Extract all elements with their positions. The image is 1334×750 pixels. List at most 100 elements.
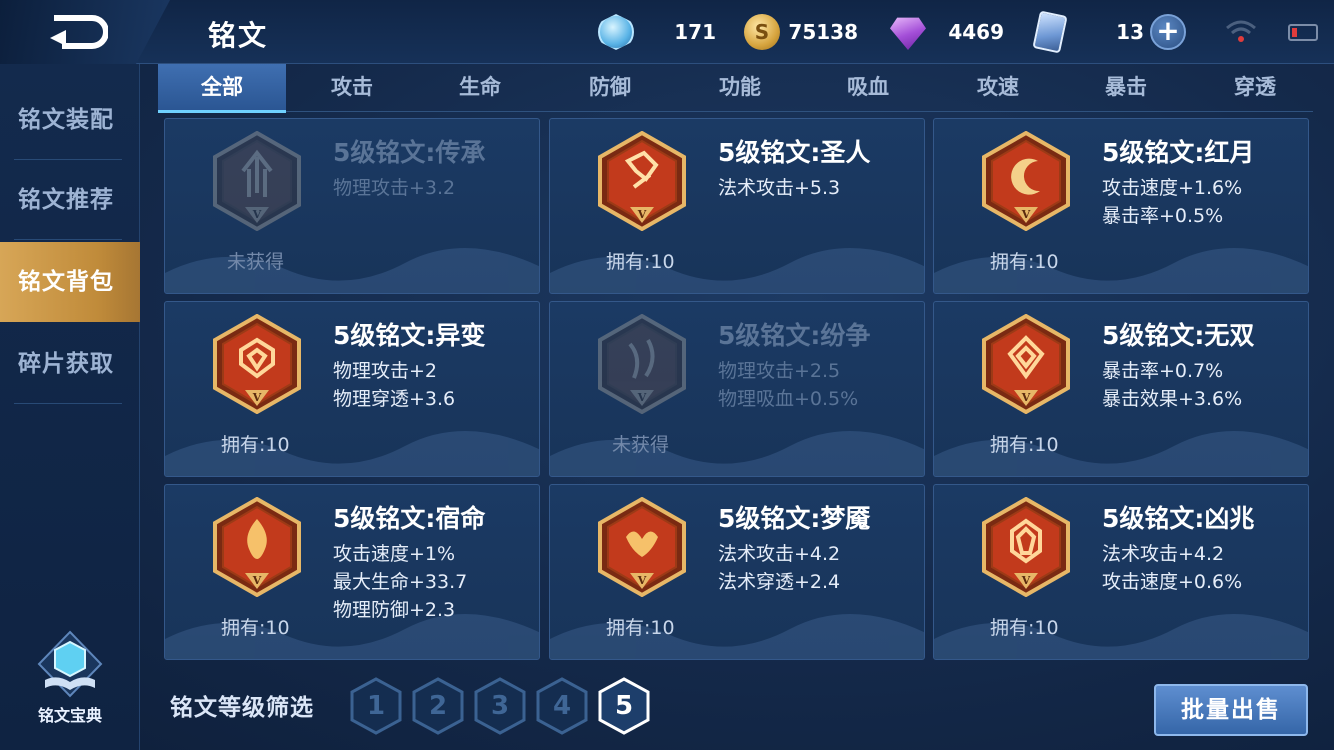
ticket-count: 13: [1116, 20, 1144, 44]
tab-utility[interactable]: 功能: [676, 64, 804, 112]
top-bar: 铭文 171 S 75138 4469 13 +: [0, 0, 1334, 64]
rune-attribute: 物理防御+2.3: [333, 599, 456, 621]
rune-name: 5级铭文:宿命: [333, 504, 486, 533]
rune-attribute: 暴击率+0.5%: [1102, 205, 1224, 227]
card-background-wave: [165, 247, 539, 293]
level-filter-5[interactable]: 5: [596, 676, 652, 736]
rune-level-letter: V: [1021, 391, 1031, 404]
rune-name: 5级铭文:异变: [333, 321, 486, 350]
rune-card[interactable]: V 5级铭文:梦魇 法术攻击+4.2 法术穿透+2.4 拥有:10: [549, 484, 925, 660]
rune-owned-count: 未获得: [227, 251, 285, 273]
tab-penetration[interactable]: 穿透: [1191, 64, 1319, 112]
tab-health[interactable]: 生命: [416, 64, 544, 112]
rune-emblem-icon: V: [982, 314, 1070, 414]
ticket-card-icon: [1032, 10, 1068, 54]
rune-name: 5级铭文:无双: [1102, 321, 1255, 350]
rune-level-letter: V: [637, 574, 647, 587]
rune-card[interactable]: V 5级铭文:圣人 法术攻击+5.3 拥有:10: [549, 118, 925, 294]
rune-level-letter: V: [252, 574, 262, 587]
rune-emblem-icon: V: [213, 314, 301, 414]
rune-card[interactable]: V 5级铭文:宿命 攻击速度+1% 最大生命+33.7 物理防御+2.3 拥有:10: [164, 484, 540, 660]
crystal-icon: [598, 14, 634, 50]
card-background-wave: [550, 430, 924, 476]
level-filter-2[interactable]: 2: [410, 676, 466, 736]
rune-owned-count: 拥有:10: [221, 434, 290, 456]
page-title: 铭文: [208, 19, 269, 52]
rune-attribute: 法术攻击+5.3: [718, 177, 841, 199]
sidebar-item-fragment-obtain[interactable]: 碎片获取: [0, 324, 140, 404]
book-crystal-icon: [35, 630, 105, 700]
rune-owned-count: 拥有:10: [606, 617, 675, 639]
level-filter-number: 5: [614, 691, 634, 721]
sidebar-item-rune-equip[interactable]: 铭文装配: [0, 80, 140, 160]
crystal-count: 171: [674, 20, 716, 44]
diamond-count: 4469: [948, 20, 1004, 44]
tab-attack-speed[interactable]: 攻速: [934, 64, 1062, 112]
sidebar-item-rune-recommend[interactable]: 铭文推荐: [0, 160, 140, 240]
resource-crystal: 171: [598, 12, 716, 52]
rune-name: 5级铭文:凶兆: [1102, 504, 1255, 533]
rune-card[interactable]: V 5级铭文:红月 攻击速度+1.6% 暴击率+0.5% 拥有:10: [933, 118, 1309, 294]
resource-gold: S 75138: [744, 12, 858, 52]
diamond-icon: [890, 17, 926, 50]
level-filter-label: 铭文等级筛选: [170, 695, 314, 721]
level-filter-number: 4: [552, 691, 572, 721]
rune-emblem-icon: V: [598, 131, 686, 231]
back-button[interactable]: [0, 0, 170, 64]
rune-emblem-icon: V: [598, 314, 686, 414]
rune-level-letter: V: [637, 208, 647, 221]
rune-owned-count: 拥有:10: [990, 434, 1059, 456]
rune-level-letter: V: [252, 208, 262, 221]
rune-attribute: 攻击速度+0.6%: [1102, 571, 1243, 593]
rune-level-letter: V: [1021, 574, 1031, 587]
rune-card[interactable]: V 5级铭文:异变 物理攻击+2 物理穿透+3.6 拥有:10: [164, 301, 540, 477]
rune-attribute: 攻击速度+1.6%: [1102, 177, 1243, 199]
rune-attribute: 法术穿透+2.4: [718, 571, 841, 593]
rune-emblem-icon: V: [598, 497, 686, 597]
rune-codex-button[interactable]: 铭文宝典: [22, 630, 118, 726]
rune-emblem-icon: V: [213, 497, 301, 597]
rune-attribute: 物理吸血+0.5%: [718, 388, 859, 410]
rune-attribute: 法术攻击+4.2: [718, 543, 841, 565]
add-ticket-button[interactable]: +: [1150, 14, 1186, 50]
level-filter-number: 1: [366, 691, 386, 721]
tab-attack[interactable]: 攻击: [288, 64, 416, 112]
category-tabs: 全部 攻击 生命 防御 功能 吸血 攻速 暴击 穿透: [158, 64, 1313, 113]
rune-attribute: 法术攻击+4.2: [1102, 543, 1225, 565]
tab-lifesteal[interactable]: 吸血: [804, 64, 932, 112]
rune-attribute: 物理穿透+3.6: [333, 388, 456, 410]
rune-card[interactable]: V 5级铭文:无双 暴击率+0.7% 暴击效果+3.6% 拥有:10: [933, 301, 1309, 477]
bulk-sell-button[interactable]: 批量出售: [1154, 684, 1308, 736]
battery-icon: [1288, 24, 1318, 41]
rune-attribute: 最大生命+33.7: [333, 571, 468, 593]
back-arrow-icon: [50, 15, 108, 49]
rune-name: 5级铭文:纷争: [718, 321, 871, 350]
rune-owned-count: 未获得: [612, 434, 670, 456]
rune-emblem-icon: V: [213, 131, 301, 231]
rune-level-letter: V: [637, 391, 647, 404]
rune-attribute: 暴击效果+3.6%: [1102, 388, 1243, 410]
gold-coin-icon: S: [744, 14, 780, 50]
rune-owned-count: 拥有:10: [990, 251, 1059, 273]
rune-owned-count: 拥有:10: [990, 617, 1059, 639]
level-filter-4[interactable]: 4: [534, 676, 590, 736]
rune-emblem-icon: V: [982, 131, 1070, 231]
rune-codex-label: 铭文宝典: [37, 706, 102, 725]
rune-owned-count: 拥有:10: [606, 251, 675, 273]
rune-card[interactable]: V 5级铭文:传承 物理攻击+3.2 未获得: [164, 118, 540, 294]
rune-attribute: 暴击率+0.7%: [1102, 360, 1224, 382]
rune-card[interactable]: V 5级铭文:纷争 物理攻击+2.5 物理吸血+0.5% 未获得: [549, 301, 925, 477]
level-filter-1[interactable]: 1: [348, 676, 404, 736]
level-filter-3[interactable]: 3: [472, 676, 528, 736]
tab-all[interactable]: 全部: [158, 64, 286, 113]
rune-level-letter: V: [252, 391, 262, 404]
rune-card[interactable]: V 5级铭文:凶兆 法术攻击+4.2 攻击速度+0.6% 拥有:10: [933, 484, 1309, 660]
tab-defense[interactable]: 防御: [546, 64, 674, 112]
gold-count: 75138: [788, 20, 858, 44]
rune-name: 5级铭文:圣人: [718, 138, 871, 167]
rune-name: 5级铭文:红月: [1102, 138, 1255, 167]
rune-attribute: 物理攻击+2: [333, 360, 438, 382]
resource-ticket: 13: [1032, 10, 1144, 54]
sidebar-item-rune-bag[interactable]: 铭文背包: [0, 242, 140, 322]
tab-critical[interactable]: 暴击: [1062, 64, 1190, 112]
